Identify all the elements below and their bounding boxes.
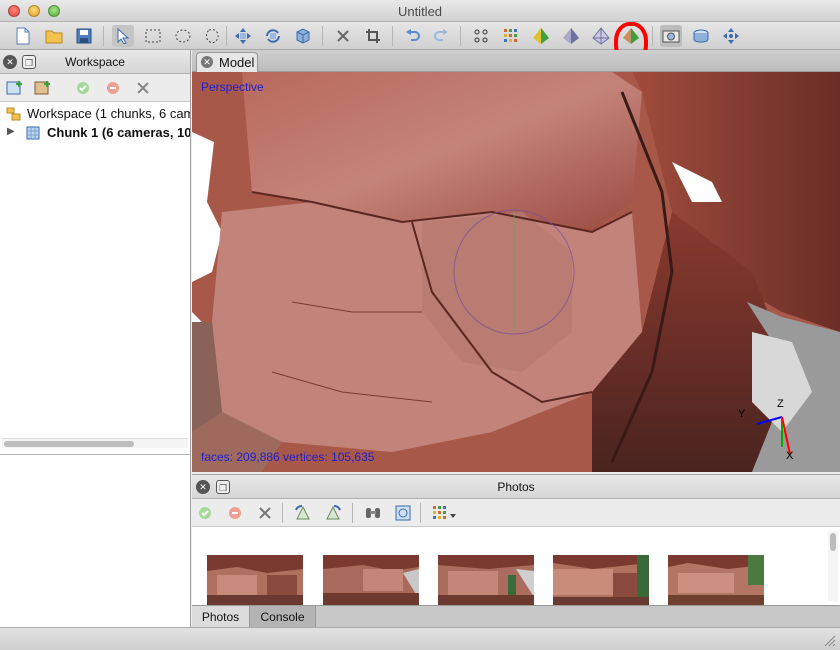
app-window: Untitled ✕ ❐ Workspace Workspace (1 chun… <box>0 0 840 650</box>
tab-model[interactable]: ✕ Model <box>196 52 258 72</box>
save-icon[interactable] <box>73 25 95 47</box>
expand-arrow-icon[interactable]: ▶ <box>7 126 15 137</box>
undo-icon[interactable] <box>402 25 424 47</box>
properties-area <box>0 454 190 627</box>
axis-y-label: Y <box>738 408 746 420</box>
rotate-object-icon[interactable] <box>262 25 284 47</box>
shaded-model-icon[interactable] <box>530 25 552 47</box>
reset-view-icon[interactable] <box>720 25 742 47</box>
title-bar: Untitled <box>0 0 840 22</box>
tab-console[interactable]: Console <box>250 606 316 628</box>
remove-photo-icon[interactable] <box>254 502 276 524</box>
enable-photo-icon[interactable] <box>194 502 216 524</box>
photo-thumbnail[interactable] <box>323 555 419 607</box>
enable-item-icon[interactable] <box>72 77 94 99</box>
crop-selection-icon[interactable] <box>362 25 384 47</box>
remove-item-icon[interactable] <box>132 77 154 99</box>
solid-model-icon[interactable] <box>560 25 582 47</box>
tree-item-chunk[interactable]: ▶ Chunk 1 (6 cameras, 10 <box>0 124 190 142</box>
workspace-icon <box>6 107 21 121</box>
window-title: Untitled <box>397 4 443 19</box>
model-tab-bar: ✕ Model <box>192 50 840 72</box>
workspace-panel: ✕ ❐ Workspace Workspace (1 chunks, 6 cam… <box>0 50 191 627</box>
photo-thumbnails <box>192 527 840 607</box>
model-viewport[interactable]: Perspective faces: 209,886 vertices: 105… <box>192 72 840 472</box>
wireframe-model-icon[interactable] <box>590 25 612 47</box>
camera-calibration-icon[interactable] <box>392 502 414 524</box>
axis-x-label: X <box>786 450 794 462</box>
chunk-icon <box>26 126 40 140</box>
axis-z-label: Z <box>777 398 784 410</box>
navigation-icon[interactable] <box>232 25 254 47</box>
photo-thumbnail[interactable] <box>668 555 764 607</box>
workspace-title: Workspace <box>65 55 125 69</box>
photo-thumbnail[interactable] <box>207 555 303 607</box>
free-form-select-icon[interactable] <box>202 25 224 47</box>
disable-item-icon[interactable] <box>102 77 124 99</box>
tree-item-workspace[interactable]: Workspace (1 chunks, 6 cameras) <box>0 105 190 123</box>
tree-item-label: Workspace (1 chunks, 6 cameras) <box>27 106 190 121</box>
main-toolbar <box>0 22 840 50</box>
add-photos-icon[interactable] <box>32 77 54 99</box>
point-cloud-icon[interactable] <box>470 25 492 47</box>
move-object-icon[interactable] <box>292 25 314 47</box>
redo-icon[interactable] <box>430 25 452 47</box>
photo-thumbnail[interactable] <box>438 555 534 607</box>
tree-item-label: Chunk 1 (6 cameras, 10 <box>47 125 190 140</box>
close-tab-icon[interactable]: ✕ <box>201 56 213 68</box>
pointer-tool-icon[interactable] <box>112 25 134 47</box>
dense-cloud-icon[interactable] <box>500 25 522 47</box>
tab-model-label: Model <box>219 55 255 70</box>
rectangle-select-icon[interactable] <box>142 25 164 47</box>
new-document-icon[interactable] <box>12 25 34 47</box>
workspace-toolbar <box>0 74 190 102</box>
bottom-tab-bar: Photos Console <box>192 605 840 628</box>
rotate-left-icon[interactable] <box>292 502 314 524</box>
model-stats-label: faces: 209,886 vertices: 105,635 <box>201 450 375 464</box>
show-region-icon[interactable] <box>690 25 712 47</box>
view-mode-dropdown-icon[interactable] <box>430 502 460 524</box>
horizontal-scrollbar[interactable] <box>2 438 188 448</box>
binoculars-icon[interactable] <box>362 502 384 524</box>
open-folder-icon[interactable] <box>43 25 65 47</box>
rotate-right-icon[interactable] <box>322 502 344 524</box>
status-bar <box>0 627 840 650</box>
photos-title: Photos <box>497 480 535 494</box>
workspace-tree: Workspace (1 chunks, 6 cameras) ▶ Chunk … <box>0 102 190 422</box>
resize-grip-icon[interactable] <box>824 635 836 647</box>
tab-photos[interactable]: Photos <box>192 606 250 628</box>
photo-thumbnail[interactable] <box>553 555 649 607</box>
show-cameras-icon[interactable] <box>660 25 682 47</box>
photos-vertical-scrollbar[interactable] <box>828 531 838 601</box>
delete-selection-icon[interactable] <box>332 25 354 47</box>
workspace-panel-header: ✕ ❐ Workspace <box>0 50 190 74</box>
disable-photo-icon[interactable] <box>224 502 246 524</box>
view-mode-label: Perspective <box>201 80 264 94</box>
photos-toolbar <box>192 499 840 527</box>
photos-panel-header: ✕ ❐ Photos <box>192 475 840 499</box>
circle-select-icon[interactable] <box>172 25 194 47</box>
add-chunk-icon[interactable] <box>4 77 26 99</box>
